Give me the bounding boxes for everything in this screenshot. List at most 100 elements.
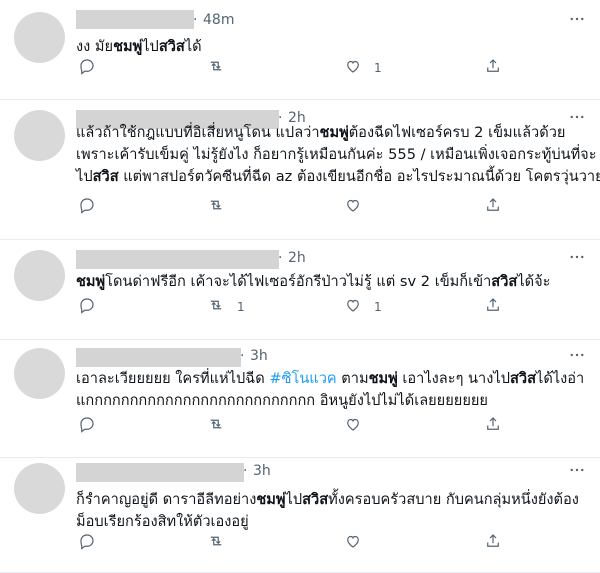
text-segment: งง มัย — [76, 38, 114, 55]
share-icon — [484, 196, 502, 217]
tweet-timestamp[interactable]: 3h — [253, 463, 271, 479]
tweet-text-line: ม็อบเรียกร้องสิทให้ตัวเองอยู่ — [76, 511, 586, 533]
share-button[interactable] — [484, 57, 502, 78]
text-segment: เอาละเวียยยยย ใครที่แห่ไปฉีด — [76, 370, 270, 387]
reply-icon — [78, 532, 96, 553]
like-icon — [344, 415, 362, 436]
text-segment: โดนด่าฟรีอีก เค้าจะได้ไฟเซอร์อักรีป่าวไม… — [105, 273, 492, 290]
retweet-icon — [207, 196, 225, 217]
tweet-text-line: งง มัยชมพู่ไปสวิสได้ — [76, 36, 586, 58]
tweet-text-line: เอาละเวียยยยย ใครที่แห่ไปฉีด #ซิโนแวค ตา… — [76, 368, 586, 390]
like-icon — [344, 296, 362, 317]
more-icon[interactable] — [568, 346, 586, 368]
share-button[interactable] — [484, 296, 502, 317]
tweet-text: งง มัยชมพู่ไปสวิสได้ — [76, 36, 586, 58]
like-icon — [344, 196, 362, 217]
share-button[interactable] — [484, 196, 502, 217]
text-segment: ตาม — [336, 370, 369, 387]
separator-dot: · — [193, 12, 198, 28]
retweet-button[interactable] — [207, 57, 225, 78]
tweet-timestamp[interactable]: 3h — [250, 348, 268, 364]
like-button[interactable] — [344, 532, 362, 553]
avatar[interactable] — [14, 348, 65, 399]
text-segment: แกกกกกกกกกกกกกกกกกกกกกกกกกก อิหนูยังไปไม… — [76, 392, 488, 409]
reply-button[interactable] — [78, 296, 96, 317]
text-segment: ได้ — [184, 38, 202, 55]
tweet-text-line: ชมพู่โดนด่าฟรีอีก เค้าจะได้ไฟเซอร์อักรีป… — [76, 271, 586, 293]
keyword-highlight: สวิส — [302, 491, 329, 508]
share-icon — [484, 57, 502, 78]
share-icon — [484, 296, 502, 317]
retweet-button[interactable] — [207, 415, 225, 436]
keyword-highlight: ชมพู่ — [319, 124, 349, 141]
reply-icon — [78, 57, 96, 78]
avatar[interactable] — [14, 110, 65, 161]
more-icon[interactable] — [568, 10, 586, 32]
tweet-text-line: เพราะเค้ารับเข็มคู่ ไม่รู้ยังไง ก็อยากรู… — [76, 144, 597, 166]
tweet[interactable]: · 48m งง มัยชมพู่ไปสวิสได้ 1 — [0, 0, 600, 100]
share-button[interactable] — [484, 532, 502, 553]
redacted-username[interactable] — [76, 250, 279, 269]
tweet-timestamp[interactable]: 2h — [288, 250, 306, 266]
text-segment: ได้จ้ะ — [517, 273, 551, 290]
separator-dot: · — [240, 348, 245, 364]
reply-icon — [78, 196, 96, 217]
retweet-button[interactable]: 1 — [207, 296, 245, 317]
redacted-username[interactable] — [76, 463, 244, 482]
avatar[interactable] — [14, 250, 65, 301]
more-icon[interactable] — [568, 248, 586, 270]
like-button[interactable]: 1 — [344, 57, 382, 78]
tweet-text: เอาละเวียยยยย ใครที่แห่ไปฉีด #ซิโนแวค ตา… — [76, 368, 586, 412]
reply-icon — [78, 296, 96, 317]
tweet[interactable]: · 2h แล้วถ้าใช้กฎแบบที่อิเสี่ยหนูโดน แปลว่… — [0, 100, 600, 240]
separator-dot: · — [278, 250, 283, 266]
retweet-button[interactable] — [207, 532, 225, 553]
retweet-count: 1 — [237, 299, 245, 314]
like-button[interactable] — [344, 415, 362, 436]
hashtag-link[interactable]: #ซิโนแวค — [269, 370, 336, 387]
tweet-timestamp[interactable]: 48m — [203, 12, 234, 28]
text-segment: เพราะเค้ารับเข็มคู่ ไม่รู้ยังไง ก็อยากรู… — [76, 146, 597, 163]
avatar[interactable] — [14, 463, 65, 514]
tweet-text-line: ไปสวิส แต่พาสปอร์ตวัคซีนที่ฉีด az ต้องเข… — [76, 166, 600, 188]
reply-button[interactable] — [78, 532, 96, 553]
redacted-username[interactable] — [76, 348, 241, 367]
share-icon — [484, 532, 502, 553]
tweet-text: ก็รำคาญอยู่ดี ดาราอีลีทอย่างชมพู่ไปสวิสท… — [76, 489, 586, 533]
like-button[interactable]: 1 — [344, 296, 382, 317]
keyword-highlight: สวิส — [158, 38, 185, 55]
redacted-username[interactable] — [76, 10, 194, 29]
keyword-highlight: ชมพู่ — [113, 38, 143, 55]
like-button[interactable] — [344, 196, 362, 217]
reply-button[interactable] — [78, 415, 96, 436]
text-segment: ได้ไงอ่า — [535, 370, 585, 387]
retweet-icon — [207, 57, 225, 78]
reply-button[interactable] — [78, 196, 96, 217]
keyword-highlight: สวิส — [491, 273, 518, 290]
tweet-text-line: แกกกกกกกกกกกกกกกกกกกกกกกกกก อิหนูยังไปไม… — [76, 390, 586, 412]
tweet-text: แล้วถ้าใช้กฎแบบที่อิเสี่ยหนูโดน แปลว่าชม… — [76, 122, 600, 188]
retweet-button[interactable] — [207, 196, 225, 217]
tweet[interactable]: · 3h ก็รำคาญอยู่ดี ดาราอีลีทอย่างชมพู่ไปสว… — [0, 458, 600, 573]
more-icon[interactable] — [568, 461, 586, 483]
retweet-icon — [207, 415, 225, 436]
reply-button[interactable] — [78, 57, 96, 78]
tweet[interactable]: · 3h เอาละเวียยยยย ใครที่แห่ไปฉีด #ซิโนแวค… — [0, 340, 600, 458]
keyword-highlight: ชมพู่ — [368, 370, 398, 387]
reply-icon — [78, 415, 96, 436]
keyword-highlight: ชมพู่ — [76, 273, 106, 290]
tweet-text-line: ก็รำคาญอยู่ดี ดาราอีลีทอย่างชมพู่ไปสวิสท… — [76, 489, 586, 511]
text-segment: แต่พาสปอร์ตวัคซีนที่ฉีด az ต้องเขียนอีกช… — [118, 168, 600, 185]
avatar[interactable] — [14, 12, 65, 63]
text-segment: ไป — [285, 491, 303, 508]
text-segment: ทั้งครอบครัวสบาย กับคนกลุ่มหนึ่งยังต้อง — [328, 491, 579, 508]
tweet-text: ชมพู่โดนด่าฟรีอีก เค้าจะได้ไฟเซอร์อักรีป… — [76, 271, 586, 293]
tweet[interactable]: · 2h ชมพู่โดนด่าฟรีอีก เค้าจะได้ไฟเซอร์อัก… — [0, 240, 600, 340]
share-button[interactable] — [484, 415, 502, 436]
like-icon — [344, 532, 362, 553]
like-count: 1 — [374, 299, 382, 314]
retweet-icon — [207, 296, 225, 317]
tweet-text-line: แล้วถ้าใช้กฎแบบที่อิเสี่ยหนูโดน แปลว่าชม… — [76, 122, 586, 144]
share-icon — [484, 415, 502, 436]
text-segment: ม็อบเรียกร้องสิทให้ตัวเองอยู่ — [76, 513, 249, 530]
